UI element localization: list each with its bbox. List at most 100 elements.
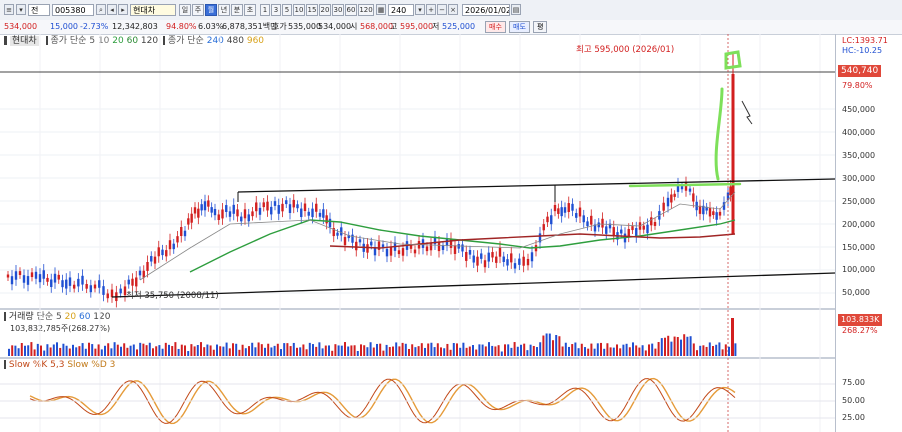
candle-body [472,255,475,263]
code-input[interactable]: 005380 [52,4,94,16]
interval-button[interactable]: 5 [282,4,292,16]
search-icon[interactable]: ⌕ [96,4,106,15]
volume-bar [728,346,730,356]
volume-bar [507,344,510,356]
volume-bar [46,344,49,356]
interval-button[interactable]: 10 [293,4,305,16]
candle-body [708,208,712,217]
volume-bar [331,350,334,356]
close-low-value: 525,000 [442,22,476,31]
chart-canvas[interactable]: 최고 595,000 (2026/01) 최저 35,750 (2008/11) [0,34,835,432]
volume-bar [606,343,609,356]
prev-icon[interactable]: ◂ [107,4,117,15]
zoom-out-icon[interactable]: − [437,4,447,15]
count-input[interactable]: 240 [388,4,414,16]
volume-bar [462,342,465,356]
candle-body [68,277,72,286]
volume-bar [459,347,462,356]
next-icon[interactable]: ▸ [118,4,128,15]
volume-bar [376,343,378,356]
volume-bar [145,345,148,356]
chevron-down-icon[interactable]: ▾ [415,4,425,15]
period-min-button[interactable]: 분 [231,4,243,16]
candle-body [232,204,235,214]
stoch-tick: 50.00 [842,396,865,405]
period-day-button[interactable]: 일 [179,4,191,16]
candle-body [270,206,273,215]
volume-bar [148,342,151,356]
volume-bar [180,344,183,356]
candle-body [563,207,567,213]
candle-body [61,280,64,288]
volume-bar [174,342,177,356]
period-week-button[interactable]: 주 [192,4,204,16]
interval-button[interactable]: 1 [260,4,270,16]
sell-button[interactable]: 매도 [509,21,530,33]
volume-bar [251,342,254,356]
candle-body [258,207,262,215]
candle-body [322,209,325,218]
volume-bar [417,346,420,356]
period-tick-button[interactable]: 초 [244,4,256,16]
date-input[interactable]: 2026/01/02 [462,4,510,16]
candle-body [522,256,525,266]
volume-bar [78,346,81,356]
volume-bar [468,346,471,356]
volume-bar [632,342,634,356]
candle-body [307,211,310,216]
candle-body [550,215,553,225]
interval-button[interactable]: 3 [271,4,281,16]
candle-body [575,213,578,218]
settings-icon[interactable]: ▦ [376,4,386,15]
volume-bar [724,344,727,356]
candle-body [586,221,589,227]
dropdown-icon[interactable]: ▾ [16,4,26,15]
volume-bar [705,346,708,356]
company-name[interactable]: 현대차 [130,4,176,16]
candle-body [247,214,250,222]
volume-bar [721,349,724,356]
volume-bar [404,343,407,356]
candle-body [627,228,630,237]
volume-bar [129,345,132,356]
candle-body [498,247,502,257]
volume-bar [232,343,234,356]
volume-bar [257,342,260,356]
clear-icon[interactable]: × [448,4,458,15]
volume-bar [276,343,279,356]
volume-bar [132,344,135,356]
calendar-icon[interactable]: ▤ [511,4,521,15]
volume-bar [321,348,324,356]
buy-button[interactable]: 매수 [485,21,506,33]
candle-body [102,286,105,295]
y-tick: 100,000 [842,265,876,274]
candle-body [6,274,10,278]
volume-bar [449,349,452,356]
menu-icon[interactable]: ≡ [4,4,14,15]
volume-bar [116,344,119,356]
volume-bar [84,348,87,356]
period-month-button[interactable]: 월 [205,4,217,16]
volume-bar [49,347,52,356]
volume-bar [14,345,17,356]
period-year-button[interactable]: 년 [218,4,230,16]
interval-button[interactable]: 60 [345,4,357,16]
volume-bar [312,344,314,356]
interval-button[interactable]: 15 [306,4,318,16]
volume-bar [184,345,186,356]
interval-button[interactable]: 20 [319,4,331,16]
window-select[interactable]: 전 [28,4,50,16]
candle-body [666,197,670,207]
volume-bar [401,342,404,356]
interval-button[interactable]: 30 [332,4,344,16]
candle-body [236,209,239,217]
volume-bar [43,350,46,356]
zoom-in-icon[interactable]: + [426,4,436,15]
interval-button[interactable]: 120 [358,4,374,16]
candle-body [487,252,490,262]
volume-bar [654,348,657,356]
candle-body [425,246,429,252]
volume-bar [254,347,257,356]
candle-body [26,276,30,285]
flat-button[interactable]: 평 [533,21,548,33]
